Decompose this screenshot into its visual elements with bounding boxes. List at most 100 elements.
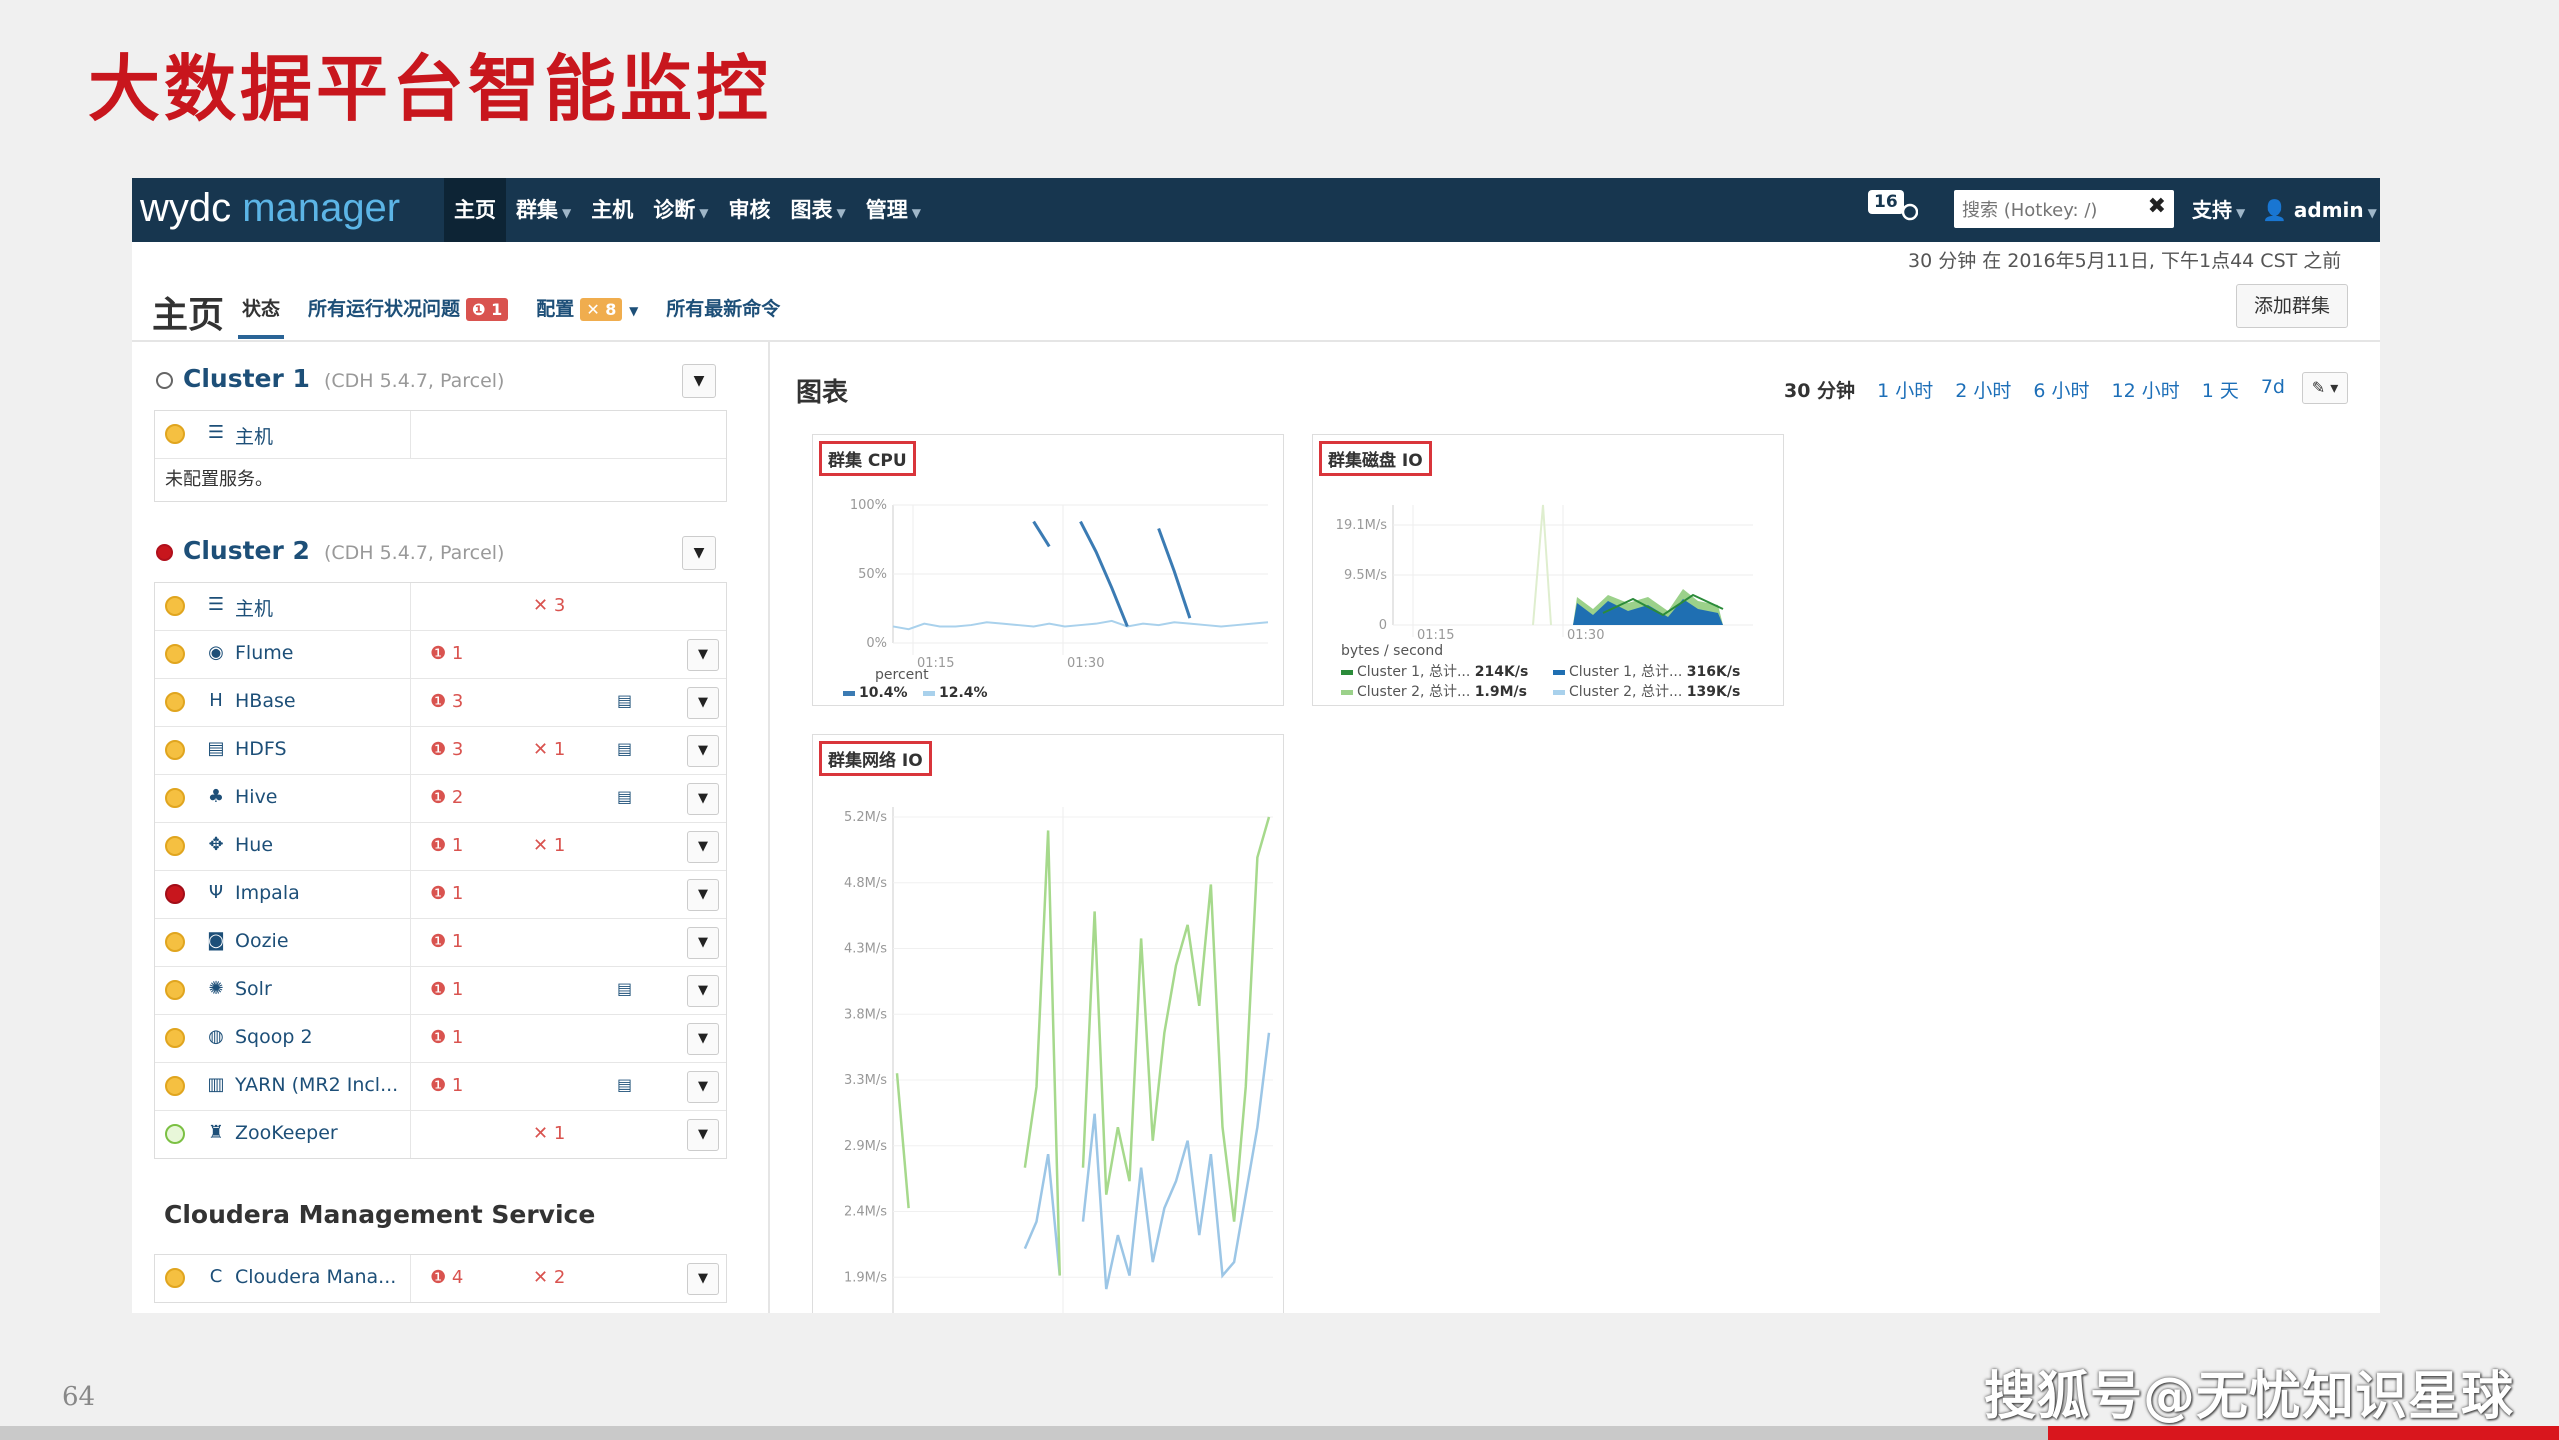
notifications[interactable]: 16	[1868, 190, 1918, 228]
chevron-down-icon: ▼	[562, 206, 572, 220]
config-issues[interactable]: ✕ 2	[533, 1267, 565, 1288]
hosts-row[interactable]: ☰ 主机 ✕ 3	[155, 583, 726, 631]
service-name[interactable]: Hue	[235, 834, 273, 856]
health-issues[interactable]: ❶ 1	[430, 1027, 463, 1048]
service-row[interactable]: ◍ Sqoop 2 ❶ 1 ▼	[155, 1015, 726, 1063]
health-issues[interactable]: ❶ 1	[430, 643, 463, 664]
cluster-1-header[interactable]: Cluster 1 (CDH 5.4.7, Parcel)	[156, 364, 504, 393]
service-actions-button[interactable]: ▼	[687, 927, 719, 959]
legend-swatch	[1341, 669, 1353, 675]
nav-item-5[interactable]: 图表 ▼	[780, 178, 855, 242]
tab-recent-commands[interactable]: 所有最新命令	[666, 294, 780, 321]
tab-configuration[interactable]: 配置 ✕ 8 ▼	[536, 294, 638, 321]
service-row[interactable]: ◙ Oozie ❶ 1 ▼	[155, 919, 726, 967]
hosts-row[interactable]: ☰ 主机	[155, 411, 726, 459]
health-issues[interactable]: ❶ 1	[430, 979, 463, 1000]
service-actions-button[interactable]: ▼	[687, 879, 719, 911]
time-range-option[interactable]: 1 小时	[1877, 376, 1933, 403]
service-row[interactable]: ✺ Solr ❶ 1 ▤ ▼	[155, 967, 726, 1015]
legend-value: 139K/s	[1686, 684, 1741, 700]
service-actions-button[interactable]: ▼	[687, 687, 719, 719]
time-range-option[interactable]: 1 天	[2202, 376, 2239, 403]
config-issues[interactable]: ✕ 1	[533, 835, 565, 856]
time-range-option[interactable]: 30 分钟	[1784, 376, 1855, 403]
health-issues[interactable]: ❶ 1	[430, 883, 463, 904]
service-name[interactable]: Cloudera Mana...	[235, 1266, 396, 1288]
service-row[interactable]: ◉ Flume ❶ 1 ▼	[155, 631, 726, 679]
search-input[interactable]	[1960, 192, 2134, 228]
support-menu[interactable]: 支持 ▼	[2192, 178, 2245, 245]
user-menu[interactable]: 👤 admin ▼	[2262, 178, 2377, 245]
health-issues[interactable]: ❶ 2	[430, 787, 463, 808]
config-issues[interactable]: ✕ 1	[533, 1123, 565, 1144]
nav-item-label: 审核	[728, 198, 771, 222]
service-row[interactable]: ♜ ZooKeeper ✕ 1 ▼	[155, 1111, 726, 1158]
logo-text-a: wydc	[140, 186, 232, 230]
service-name[interactable]: YARN (MR2 Incl...	[235, 1074, 398, 1096]
service-row[interactable]: ✥ Hue ❶ 1 ✕ 1 ▼	[155, 823, 726, 871]
service-row[interactable]: H HBase ❶ 3 ▤ ▼	[155, 679, 726, 727]
logo[interactable]: wydc manager	[140, 186, 400, 231]
tab-health-issues[interactable]: 所有运行状况问题 ❶ 1	[308, 294, 509, 321]
tick-label: 9.5M/s	[1344, 568, 1387, 583]
nav-item-3[interactable]: 诊断 ▼	[643, 178, 718, 242]
service-name[interactable]: HDFS	[235, 738, 287, 760]
cluster-1-actions-button[interactable]: ▼	[682, 364, 716, 398]
service-name[interactable]: Solr	[235, 978, 272, 1000]
service-row[interactable]: C Cloudera Mana... ❶ 4 ✕ 2 ▼	[155, 1255, 726, 1302]
service-name[interactable]: Oozie	[235, 930, 289, 952]
time-range-option[interactable]: 2 小时	[1955, 376, 2011, 403]
time-range-option[interactable]: 7d	[2261, 376, 2285, 403]
service-actions-button[interactable]: ▼	[687, 831, 719, 863]
health-issues[interactable]: ❶ 3	[430, 739, 463, 760]
add-cluster-button[interactable]: 添加群集	[2236, 284, 2348, 328]
search-box[interactable]: ✖	[1954, 190, 2174, 228]
nav-item-0[interactable]: 主页	[444, 178, 506, 242]
hosts-label[interactable]: 主机	[235, 594, 273, 621]
hdfs-icon: ▤	[207, 738, 225, 759]
health-issues[interactable]: ❶ 1	[430, 835, 463, 856]
charts-title: 图表	[796, 378, 849, 408]
time-range-option[interactable]: 6 小时	[2033, 376, 2089, 403]
cluster-network-io-chart[interactable]: 5.2M/s 4.8M/s 4.3M/s 3.8M/s 3.3M/s 2.9M/s 2.4M…	[812, 734, 1284, 1313]
cluster-disk-io-chart[interactable]: 19.1M/s 9.5M/s 0 01:15 01:30 群集磁盘 IO bytes /…	[1312, 434, 1784, 706]
service-name[interactable]: Impala	[235, 882, 300, 904]
service-row[interactable]: ▥ YARN (MR2 Incl... ❶ 1 ▤ ▼	[155, 1063, 726, 1111]
service-name[interactable]: Hive	[235, 786, 278, 808]
tick-label: 01:30	[1567, 628, 1604, 643]
impala-icon: Ψ	[208, 882, 224, 903]
service-name[interactable]: ZooKeeper	[235, 1122, 338, 1144]
service-row[interactable]: Ψ Impala ❶ 1 ▼	[155, 871, 726, 919]
edit-charts-button[interactable]: ✎ ▾	[2302, 372, 2348, 404]
service-actions-button[interactable]: ▼	[687, 1023, 719, 1055]
service-actions-button[interactable]: ▼	[687, 1263, 719, 1295]
health-issues[interactable]: ❶ 4	[430, 1267, 463, 1288]
health-issues[interactable]: ❶ 1	[430, 1075, 463, 1096]
nav-item-1[interactable]: 群集 ▼	[506, 178, 581, 242]
cluster-cpu-chart[interactable]: 100% 50% 0% 01:15 01:30 群集 CPU percent 10.4%…	[812, 434, 1284, 706]
service-actions-button[interactable]: ▼	[687, 975, 719, 1007]
clear-search-icon[interactable]: ✖	[2148, 194, 2166, 219]
service-actions-button[interactable]: ▼	[687, 639, 719, 671]
time-range-option[interactable]: 12 小时	[2111, 376, 2179, 403]
service-actions-button[interactable]: ▼	[687, 735, 719, 767]
health-issues[interactable]: ❶ 3	[430, 691, 463, 712]
cluster-2-header[interactable]: Cluster 2 (CDH 5.4.7, Parcel)	[156, 536, 504, 565]
config-issues[interactable]: ✕ 1	[533, 739, 565, 760]
service-row[interactable]: ♣ Hive ❶ 2 ▤ ▼	[155, 775, 726, 823]
service-actions-button[interactable]: ▼	[687, 1119, 719, 1151]
nav-item-2[interactable]: 主机	[581, 178, 643, 242]
config-issues[interactable]: ✕ 3	[533, 595, 565, 616]
hosts-label[interactable]: 主机	[235, 422, 273, 449]
cluster-2-actions-button[interactable]: ▼	[682, 536, 716, 570]
tab-status[interactable]: 状态	[237, 294, 285, 339]
service-actions-button[interactable]: ▼	[687, 783, 719, 815]
service-name[interactable]: HBase	[235, 690, 296, 712]
nav-item-4[interactable]: 审核	[718, 178, 780, 242]
health-issues[interactable]: ❶ 1	[430, 931, 463, 952]
nav-item-6[interactable]: 管理 ▼	[856, 178, 931, 242]
service-name[interactable]: Flume	[235, 642, 293, 664]
service-name[interactable]: Sqoop 2	[235, 1026, 313, 1048]
service-row[interactable]: ▤ HDFS ❶ 3 ✕ 1 ▤ ▼	[155, 727, 726, 775]
service-actions-button[interactable]: ▼	[687, 1071, 719, 1103]
